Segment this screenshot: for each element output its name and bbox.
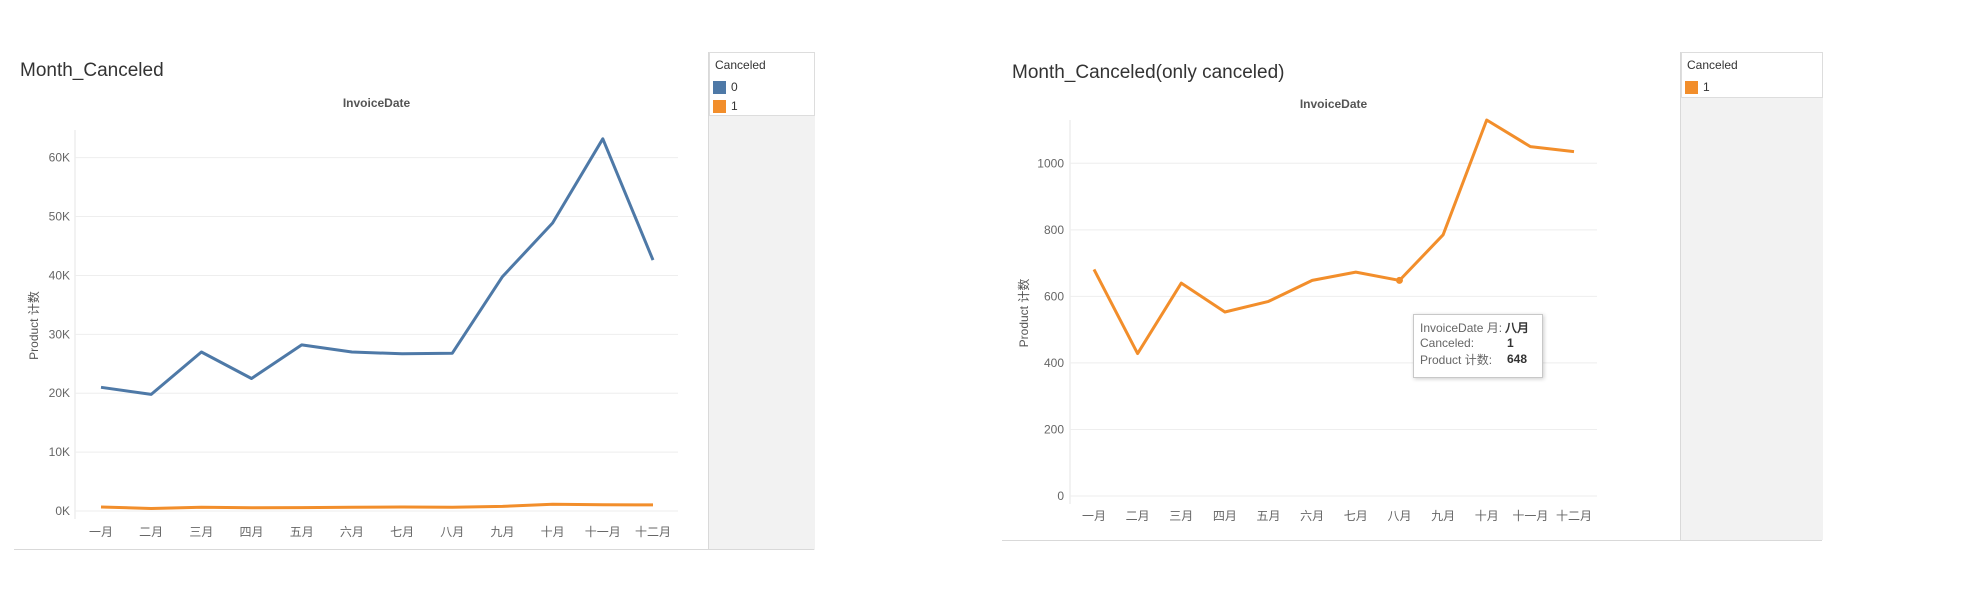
series-line-0 (100, 137, 655, 396)
legend-label-1: 1 (1703, 80, 1710, 94)
tooltip-row-canceled: Canceled: 1 (1420, 335, 1536, 351)
x-tick-label: 十月 (541, 525, 565, 539)
y-tick-label: 200 (1044, 422, 1064, 436)
x-tick-label: 八月 (1387, 509, 1411, 523)
legend-swatch-1 (1685, 80, 1698, 94)
x-tick-label: 一月 (89, 525, 113, 539)
left-legend-panel: Canceled 0 1 (708, 52, 815, 550)
right-legend: Canceled 1 (1681, 52, 1823, 98)
y-axis-title: Product 计数 (1016, 279, 1031, 348)
x-tick-label: 二月 (139, 525, 163, 539)
right-panel-bottom-border (1002, 540, 1822, 541)
x-tick-label: 六月 (1300, 509, 1324, 523)
y-tick-label: 400 (1044, 356, 1064, 370)
y-tick-label: 50K (49, 210, 70, 224)
y-axis-title: Product 计数 (26, 291, 41, 360)
tooltip-value: 648 (1507, 352, 1528, 366)
highlight-point (1395, 276, 1403, 284)
x-tick-label: 十一月 (585, 525, 621, 539)
x-tick-label: 十二月 (1556, 509, 1592, 523)
left-chart-title: Month_Canceled (20, 60, 164, 81)
x-tick-label: 一月 (1082, 509, 1106, 523)
x-tick-label: 五月 (1257, 509, 1281, 523)
tooltip-key: InvoiceDate 月: (1420, 320, 1503, 335)
series-line-1 (100, 502, 654, 510)
left-legend: Canceled 0 1 (709, 52, 815, 116)
y-tick-label: 10K (49, 445, 70, 459)
x-tick-label: 七月 (1344, 509, 1368, 523)
x-tick-label: 四月 (1213, 509, 1237, 523)
tooltip-row-count: Product 计数: 648 (1420, 351, 1536, 367)
x-tick-label: 九月 (490, 525, 514, 539)
x-tick-label: 十二月 (635, 525, 671, 539)
y-tick-label: 600 (1044, 289, 1064, 303)
x-tick-label: 五月 (290, 525, 314, 539)
y-tick-label: 1000 (1037, 156, 1064, 170)
left-line-chart[interactable]: 0K 10K 20K 30K 40K 50K 60K 一月 二月 三月 四月 五月 六月 七月 八月 九月 十月… (0, 90, 700, 550)
x-tick-label: 十一月 (1512, 509, 1548, 523)
y-tick-label: 40K (49, 268, 70, 282)
x-axis-title: InvoiceDate (343, 96, 411, 110)
x-tick-label: 三月 (1169, 509, 1193, 523)
tooltip-row-month: InvoiceDate 月: 八月 (1420, 319, 1536, 335)
right-chart-title: Month_Canceled(only canceled) (1012, 62, 1285, 83)
x-tick-label: 六月 (340, 525, 364, 539)
x-tick-label: 二月 (1126, 509, 1150, 523)
tooltip-key: Canceled: (1420, 336, 1475, 350)
legend-item-0[interactable]: 0 (713, 80, 738, 94)
right-line-chart[interactable]: 02004006008001000一月 二月 三月 四月 五月 六月 七月 八月 九月 十月 十一月… (1000, 90, 1680, 540)
tooltip-value: 1 (1507, 336, 1514, 350)
x-tick-label: 十月 (1475, 509, 1499, 523)
x-tick-label: 八月 (440, 525, 464, 539)
legend-label-1: 1 (731, 99, 738, 113)
x-tick-label: 四月 (240, 525, 264, 539)
x-axis-title: InvoiceDate (1300, 97, 1368, 111)
y-tick-label: 20K (49, 386, 70, 400)
legend-label-0: 0 (731, 80, 738, 94)
y-tick-label: 800 (1044, 223, 1064, 237)
left-legend-header: Canceled (715, 58, 766, 72)
right-legend-panel: Canceled 1 (1680, 52, 1823, 540)
y-tick-label: 0K (55, 504, 70, 518)
legend-item-1[interactable]: 1 (713, 99, 738, 113)
right-legend-header: Canceled (1687, 58, 1738, 72)
legend-item-1[interactable]: 1 (1685, 80, 1710, 94)
y-tick-label: 0 (1057, 489, 1064, 503)
legend-swatch-1 (713, 99, 726, 113)
left-panel-bottom-border (14, 549, 814, 550)
x-tick-label: 九月 (1431, 509, 1455, 523)
tooltip-value: 八月 (1505, 320, 1530, 335)
hover-tooltip: InvoiceDate 月: 八月 Canceled: 1 Product 计数… (1413, 314, 1543, 378)
y-tick-label: 60K (49, 151, 70, 165)
legend-swatch-0 (713, 80, 726, 94)
tooltip-key: Product 计数: (1420, 352, 1493, 367)
x-tick-label: 三月 (189, 525, 213, 539)
x-tick-label: 七月 (390, 525, 414, 539)
y-tick-label: 30K (49, 327, 70, 341)
